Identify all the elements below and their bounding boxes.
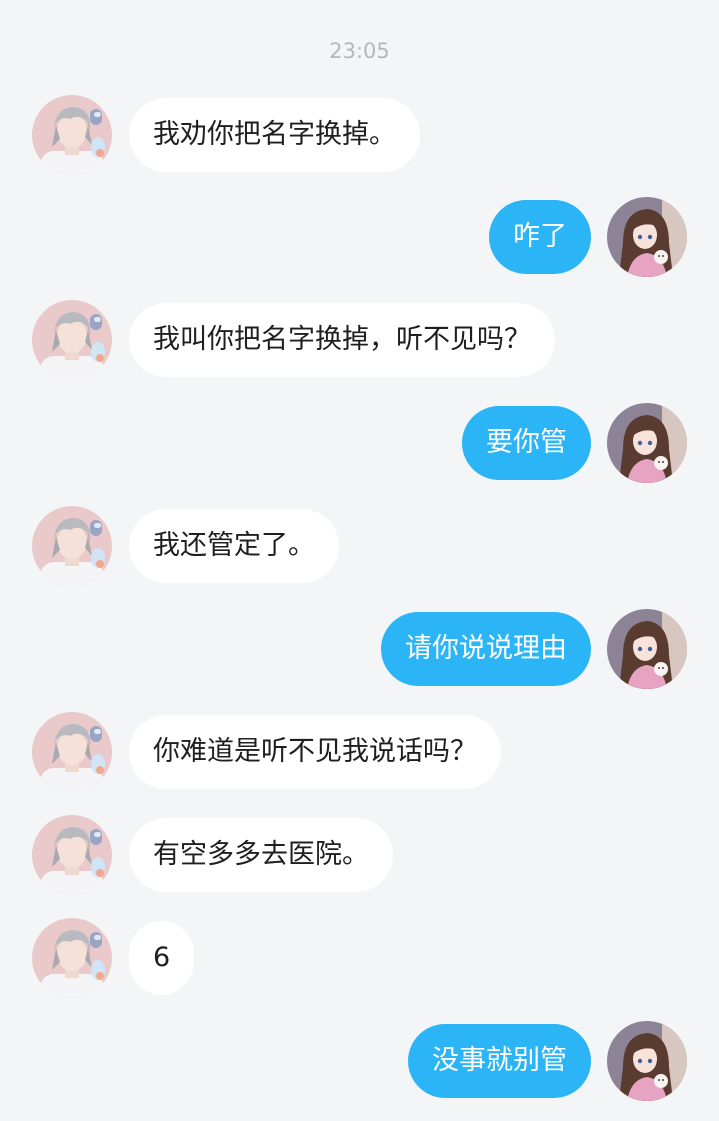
avatar-brown-haired-girl-icon[interactable] <box>607 609 687 689</box>
message-incoming: 你难道是听不见我说话吗？ <box>0 712 719 792</box>
outgoing-bubble[interactable]: 咋了 <box>489 200 591 274</box>
incoming-bubble[interactable]: 我劝你把名字换掉。 <box>129 98 420 172</box>
avatar-brown-haired-girl-icon[interactable] <box>607 403 687 483</box>
avatar-silver-haired-boy-icon[interactable] <box>32 95 112 175</box>
message-incoming: 我叫你把名字换掉，听不见吗？ <box>0 300 719 380</box>
outgoing-bubble[interactable]: 请你说说理由 <box>381 612 591 686</box>
avatar-brown-haired-girl-icon[interactable] <box>607 197 687 277</box>
message-outgoing: 咋了 <box>0 197 719 277</box>
incoming-bubble[interactable]: 我还管定了。 <box>129 509 339 583</box>
incoming-bubble[interactable]: 有空多多去医院。 <box>129 818 393 892</box>
avatar-silver-haired-boy-icon[interactable] <box>32 506 112 586</box>
message-incoming: 我还管定了。 <box>0 506 719 586</box>
message-timestamp: 23:05 <box>329 39 390 63</box>
outgoing-bubble[interactable]: 没事就别管 <box>408 1024 591 1098</box>
outgoing-bubble[interactable]: 要你管 <box>462 406 591 480</box>
incoming-bubble[interactable]: 6 <box>129 921 195 995</box>
message-incoming: 有空多多去医院。 <box>0 815 719 895</box>
avatar-silver-haired-boy-icon[interactable] <box>32 300 112 380</box>
message-incoming: 6 <box>0 918 719 998</box>
incoming-bubble[interactable]: 你难道是听不见我说话吗？ <box>129 715 501 789</box>
message-incoming: 我劝你把名字换掉。 <box>0 95 719 175</box>
avatar-silver-haired-boy-icon[interactable] <box>32 815 112 895</box>
message-outgoing: 没事就别管 <box>0 1021 719 1101</box>
message-outgoing: 请你说说理由 <box>0 609 719 689</box>
message-outgoing: 要你管 <box>0 403 719 483</box>
avatar-brown-haired-girl-icon[interactable] <box>607 1021 687 1101</box>
avatar-silver-haired-boy-icon[interactable] <box>32 712 112 792</box>
avatar-silver-haired-boy-icon[interactable] <box>32 918 112 998</box>
incoming-bubble[interactable]: 我叫你把名字换掉，听不见吗？ <box>129 303 555 377</box>
